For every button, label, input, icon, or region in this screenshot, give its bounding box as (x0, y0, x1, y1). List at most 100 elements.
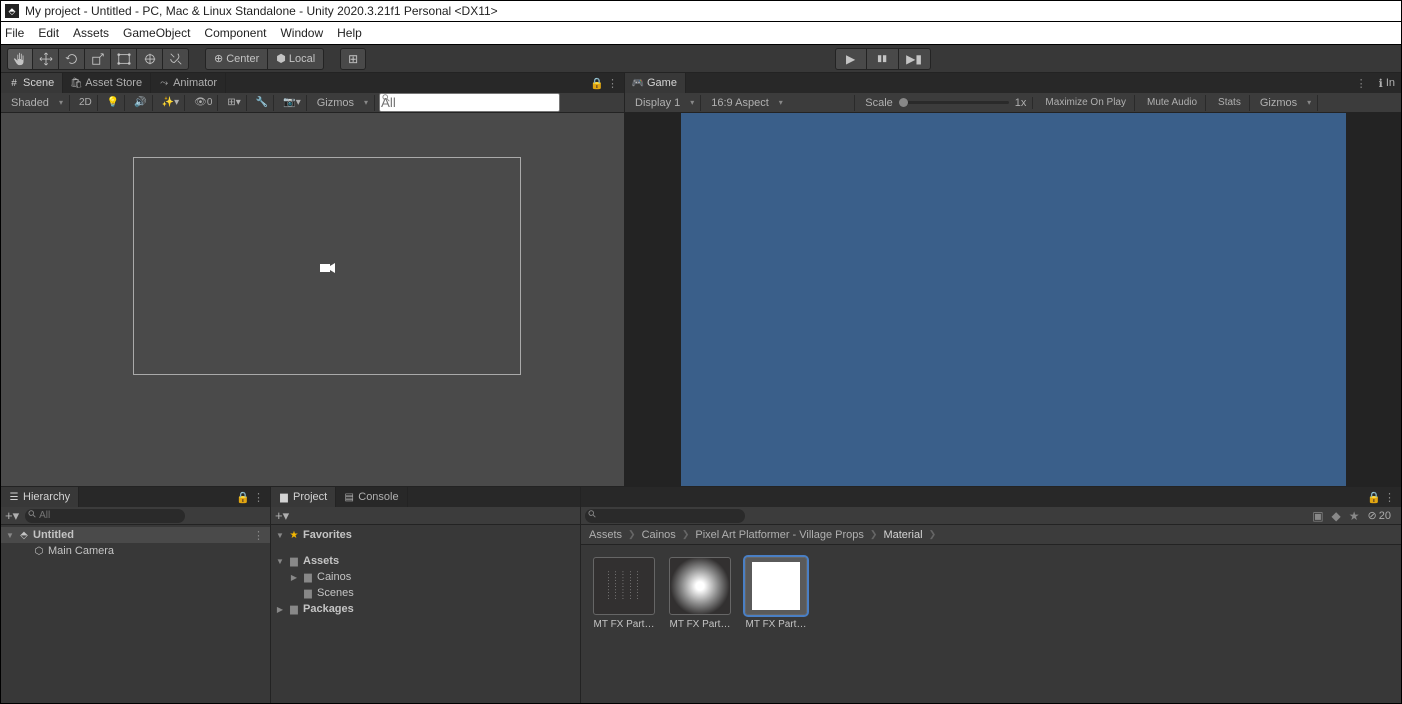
scene-viewport[interactable] (1, 113, 624, 486)
hierarchy-tabbar: ☰Hierarchy 🔒 ⋮ (1, 487, 270, 507)
menu-edit[interactable]: Edit (38, 26, 59, 40)
crumb-cainos[interactable]: Cainos (642, 529, 676, 541)
store-icon: 🛍 (71, 78, 81, 88)
tools-toggle[interactable]: 🔧 (251, 95, 274, 111)
tree-assets[interactable]: ▼▆Assets (271, 553, 580, 569)
assets-options[interactable]: 🔒 ⋮ (1361, 487, 1401, 507)
2d-toggle[interactable]: 2D (74, 95, 98, 111)
hand-tool[interactable] (7, 48, 33, 70)
tab-asset-store[interactable]: 🛍Asset Store (63, 73, 151, 93)
inspector-peek[interactable]: ℹIn (1373, 73, 1401, 93)
aspect-dropdown[interactable]: 16:9 Aspect (705, 95, 855, 111)
game-icon: 🎮 (633, 78, 643, 88)
fx-toggle[interactable]: ✨▾ (157, 95, 185, 111)
scale-tool[interactable] (85, 48, 111, 70)
tab-project[interactable]: ▆Project (271, 487, 336, 507)
filter-by-label-icon[interactable]: ◆ (1332, 509, 1341, 523)
pivot-center-toggle[interactable]: ⊕ Center (205, 48, 268, 70)
hierarchy-icon: ☰ (9, 492, 19, 502)
pause-button[interactable]: ▮▮ (867, 48, 899, 70)
main-menu: File Edit Assets GameObject Component Wi… (0, 22, 1402, 44)
menu-window[interactable]: Window (280, 26, 323, 40)
camera-toggle[interactable]: 📷▾ (278, 95, 306, 111)
custom-tool[interactable] (163, 48, 189, 70)
display-dropdown[interactable]: Display 1 (629, 95, 701, 111)
assets-tabbar: 🔒 ⋮ (581, 487, 1401, 507)
game-tab-options[interactable]: ⋮ (1350, 73, 1373, 93)
menu-component[interactable]: Component (204, 26, 266, 40)
pivot-local-toggle[interactable]: ⬢ Local (268, 48, 324, 70)
menu-assets[interactable]: Assets (73, 26, 109, 40)
rotate-tool[interactable] (59, 48, 85, 70)
tab-hierarchy[interactable]: ☰Hierarchy (1, 487, 79, 507)
hierarchy-scene-row[interactable]: ▼⬘Untitled⋮ (1, 527, 270, 543)
hidden-objects[interactable]: 👁0 (189, 95, 218, 111)
crumb-pack[interactable]: Pixel Art Platformer - Village Props (695, 529, 864, 541)
snap-toggle[interactable]: ⊞ (340, 48, 366, 70)
tab-game[interactable]: 🎮Game (625, 73, 686, 93)
tree-cainos[interactable]: ▶▆Cainos (271, 569, 580, 585)
console-icon: ▤ (344, 492, 354, 502)
lighting-toggle[interactable]: 💡 (102, 95, 125, 111)
crumb-material[interactable]: Material (883, 529, 922, 541)
folder-icon: ▆ (288, 555, 300, 567)
stats-toggle[interactable]: Stats (1210, 95, 1250, 111)
scene-tab-options[interactable]: 🔒 ⋮ (584, 73, 624, 93)
scale-slider[interactable] (899, 101, 1009, 104)
asset-item[interactable]: MT FX Part… (669, 557, 731, 630)
folder-icon: ▆ (302, 587, 314, 599)
hierarchy-options[interactable]: 🔒 ⋮ (230, 487, 270, 507)
game-viewport[interactable] (625, 113, 1401, 486)
unity-logo-icon: ⬘ (5, 4, 19, 18)
gameobject-icon: ⬡ (33, 545, 45, 557)
play-button[interactable]: ▶ (835, 48, 867, 70)
project-tree: ▼★Favorites ▼▆Assets ▶▆Cainos ▶▆Scenes ▶… (271, 525, 580, 703)
tab-animator[interactable]: ⤳Animator (151, 73, 226, 93)
mute-toggle[interactable]: Mute Audio (1139, 95, 1206, 111)
project-add-button[interactable]: +▾ (275, 508, 289, 524)
grid-toggle[interactable]: ⊞▾ (222, 95, 246, 111)
menu-help[interactable]: Help (337, 26, 362, 40)
assets-breadcrumb: Assets❯ Cainos❯ Pixel Art Platformer - V… (581, 525, 1401, 545)
audio-toggle[interactable]: 🔊 (129, 95, 152, 111)
scene-tabbar: #Scene 🛍Asset Store ⤳Animator 🔒 ⋮ (1, 73, 624, 93)
maximize-toggle[interactable]: Maximize On Play (1037, 95, 1135, 111)
tree-packages[interactable]: ▶▆Packages (271, 601, 580, 617)
hidden-packages[interactable]: ⊘20 (1368, 509, 1391, 523)
gizmos-dropdown[interactable]: Gizmos (311, 95, 375, 111)
asset-item[interactable]: MT FX Part… (745, 557, 807, 630)
rect-tool[interactable] (111, 48, 137, 70)
shading-mode-dropdown[interactable]: Shaded (5, 95, 70, 111)
transform-tool[interactable] (137, 48, 163, 70)
move-tool[interactable] (33, 48, 59, 70)
eye-off-icon: ⊘ (1368, 509, 1377, 522)
save-search-icon[interactable]: ★ (1349, 509, 1360, 523)
tab-scene[interactable]: #Scene (1, 73, 63, 93)
hierarchy-search[interactable] (25, 509, 185, 523)
material-thumb: : : : : :: : : : :: : : : :: : : : :: : … (593, 557, 655, 615)
scale-label: Scale (865, 97, 893, 109)
project-search[interactable] (585, 509, 745, 523)
material-thumb (745, 557, 807, 615)
asset-item[interactable]: : : : : :: : : : :: : : : :: : : : :: : … (593, 557, 655, 630)
game-gizmos-dropdown[interactable]: Gizmos (1254, 95, 1318, 111)
project-tabbar: ▆Project ▤Console (271, 487, 580, 507)
scene-search[interactable] (379, 93, 560, 112)
assets-grid[interactable]: : : : : :: : : : :: : : : :: : : : :: : … (581, 545, 1401, 703)
crumb-assets[interactable]: Assets (589, 529, 622, 541)
hierarchy-add-button[interactable]: +▾ (5, 508, 19, 524)
hierarchy-item-main-camera[interactable]: ⬡Main Camera (1, 543, 270, 559)
tree-scenes[interactable]: ▶▆Scenes (271, 585, 580, 601)
filter-by-type-icon[interactable]: ▣ (1312, 509, 1323, 523)
main-toolbar: ⊕ Center ⬢ Local ⊞ ▶ ▮▮ ▶▮ (1, 45, 1401, 73)
tree-favorites[interactable]: ▼★Favorites (271, 527, 580, 543)
camera-gizmo-icon[interactable] (319, 261, 337, 275)
window-titlebar: ⬘ My project - Untitled - PC, Mac & Linu… (0, 0, 1402, 22)
menu-gameobject[interactable]: GameObject (123, 26, 190, 40)
step-button[interactable]: ▶▮ (899, 48, 931, 70)
menu-file[interactable]: File (5, 26, 24, 40)
tab-console[interactable]: ▤Console (336, 487, 407, 507)
game-render (681, 113, 1346, 486)
folder-icon: ▆ (279, 492, 289, 502)
material-thumb (669, 557, 731, 615)
